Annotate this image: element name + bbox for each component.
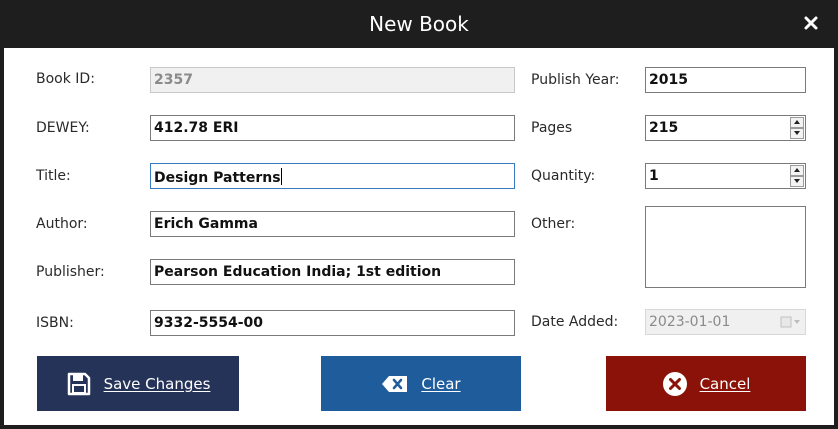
other-textarea[interactable] — [645, 206, 806, 288]
floppy-disk-icon — [66, 371, 92, 397]
isbn-field[interactable]: 9332-5554-00 — [150, 310, 515, 336]
save-changes-label: Save Changes — [103, 374, 211, 393]
publisher-field[interactable]: Pearson Education India; 1st edition — [150, 259, 515, 285]
clear-button[interactable]: Clear — [321, 356, 521, 411]
dialog-title: New Book — [369, 12, 469, 36]
publisher-label: Publisher: — [36, 264, 105, 280]
pages-label: Pages — [531, 120, 573, 136]
author-label: Author: — [36, 216, 88, 232]
quantity-increment-button[interactable] — [790, 165, 804, 176]
pages-spinner — [790, 117, 804, 139]
dewey-field[interactable]: 412.78 ERI — [150, 115, 515, 141]
author-field[interactable]: Erich Gamma — [150, 211, 515, 237]
publish-year-label: Publish Year: — [531, 72, 620, 88]
clear-label: Clear — [421, 374, 461, 393]
other-label: Other: — [531, 216, 576, 232]
quantity-label: Quantity: — [531, 168, 596, 184]
date-added-label: Date Added: — [531, 314, 619, 330]
date-added-picker: 2023-01-01 — [645, 309, 806, 335]
book-id-label: Book ID: — [36, 71, 95, 87]
backspace-icon — [381, 375, 409, 393]
title-field[interactable]: Design Patterns — [150, 163, 515, 189]
isbn-label: ISBN: — [36, 315, 74, 331]
pages-increment-button[interactable] — [790, 117, 804, 128]
text-caret — [280, 168, 282, 185]
quantity-spinner — [790, 165, 804, 187]
title-bar: New Book — [4, 0, 834, 48]
cancel-label: Cancel — [699, 374, 751, 393]
date-added-value: 2023-01-01 — [649, 314, 731, 330]
calendar-icon — [779, 314, 801, 334]
quantity-stepper[interactable]: 1 — [645, 163, 806, 189]
cancel-button[interactable]: Cancel — [606, 356, 806, 411]
title-label: Title: — [36, 168, 71, 184]
pages-stepper[interactable]: 215 — [645, 115, 806, 141]
publish-year-field[interactable]: 2015 — [645, 67, 806, 93]
dewey-label: DEWEY: — [36, 120, 90, 136]
quantity-value: 1 — [649, 168, 659, 184]
circle-x-icon — [662, 371, 688, 397]
pages-decrement-button[interactable] — [790, 128, 804, 139]
close-icon[interactable] — [802, 14, 820, 32]
book-id-field: 2357 — [150, 67, 515, 93]
save-changes-button[interactable]: Save Changes — [37, 356, 239, 411]
pages-value: 215 — [649, 120, 679, 136]
quantity-decrement-button[interactable] — [790, 176, 804, 187]
new-book-dialog: New Book Book ID: 2357 DEWEY: 412.78 ERI… — [0, 0, 838, 429]
title-field-value: Design Patterns — [154, 170, 281, 186]
